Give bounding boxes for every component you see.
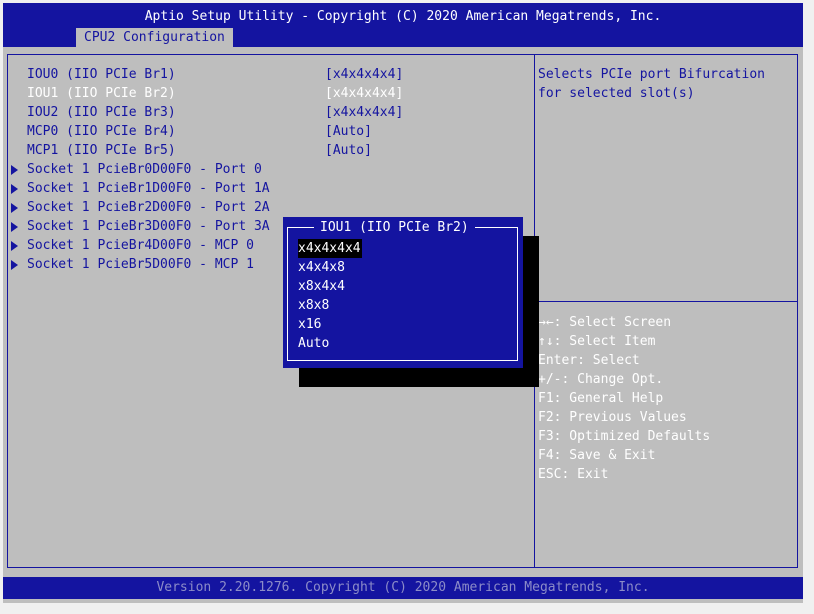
key-optimized-defaults: F3: Optimized Defaults [538, 429, 711, 444]
submenu-arrow-icon [11, 222, 18, 232]
option-popup: IOU1 (IIO PCIe Br2) x4x4x4x4 x4x4x8 x8x4… [283, 217, 523, 368]
setting-iou2-label[interactable]: IOU2 (IIO PCIe Br3) [27, 103, 176, 122]
setting-mcp1-label[interactable]: MCP1 (IIO PCIe Br5) [27, 141, 176, 160]
submenu-arrow-icon [11, 241, 18, 251]
setting-iou1-value[interactable]: [x4x4x4x4] [325, 84, 403, 103]
bios-screen: Aptio Setup Utility - Copyright (C) 2020… [3, 3, 803, 603]
help-text: Selects PCIe port Bifurcation for select… [538, 67, 773, 101]
submenu-item-label: Socket 1 PcieBr5D00F0 - MCP 1 [27, 257, 254, 272]
popup-option-auto[interactable]: Auto [298, 334, 329, 353]
setting-mcp0-value[interactable]: [Auto] [325, 122, 372, 141]
version-text: Version 2.20.1276. Copyright (C) 2020 Am… [156, 580, 650, 595]
popup-option-x16[interactable]: x16 [298, 315, 321, 334]
app-title: Aptio Setup Utility - Copyright (C) 2020… [144, 9, 662, 24]
submenu-item-label: Socket 1 PcieBr4D00F0 - MCP 0 [27, 238, 254, 253]
key-previous-values: F2: Previous Values [538, 410, 687, 425]
popup-option-x4x4x8[interactable]: x4x4x8 [298, 258, 345, 277]
key-exit: ESC: Exit [538, 467, 609, 482]
submenu-arrow-icon [11, 184, 18, 194]
help-divider [535, 301, 797, 302]
key-select-screen: →←: Select Screen [538, 315, 672, 330]
setting-iou0-label[interactable]: IOU0 (IIO PCIe Br1) [27, 65, 176, 84]
key-change-opt: +/-: Change Opt. [538, 372, 664, 387]
setting-mcp0-label[interactable]: MCP0 (IIO PCIe Br4) [27, 122, 176, 141]
submenu-arrow-icon [11, 203, 18, 213]
key-legend: →←: Select Screen ↑↓: Select Item Enter:… [538, 313, 710, 484]
header-bar: Aptio Setup Utility - Copyright (C) 2020… [3, 3, 803, 47]
key-general-help: F1: General Help [538, 391, 664, 406]
submenu-item-label: Socket 1 PcieBr2D00F0 - Port 2A [27, 200, 270, 215]
popup-option-x4x4x4x4[interactable]: x4x4x4x4 [298, 239, 362, 258]
footer-bar: Version 2.20.1276. Copyright (C) 2020 Am… [3, 577, 803, 599]
setting-iou0-value[interactable]: [x4x4x4x4] [325, 65, 403, 84]
submenu-item-label: Socket 1 PcieBr1D00F0 - Port 1A [27, 181, 270, 196]
setting-mcp1-value[interactable]: [Auto] [325, 141, 372, 160]
key-select-item: ↑↓: Select Item [538, 334, 656, 349]
key-save-exit: F4: Save & Exit [538, 448, 656, 463]
tab-cpu2-configuration[interactable]: CPU2 Configuration [76, 28, 233, 47]
key-enter: Enter: Select [538, 353, 640, 368]
setting-iou2-value[interactable]: [x4x4x4x4] [325, 103, 403, 122]
submenu-item-label: Socket 1 PcieBr0D00F0 - Port 0 [27, 162, 262, 177]
setting-iou1-label[interactable]: IOU1 (IIO PCIe Br2) [27, 84, 176, 103]
popup-option-x8x4x4[interactable]: x8x4x4 [298, 277, 345, 296]
submenu-arrow-icon [11, 165, 18, 175]
submenu-arrow-icon [11, 260, 18, 270]
submenu-item-label: Socket 1 PcieBr3D00F0 - Port 3A [27, 219, 270, 234]
popup-title: IOU1 (IIO PCIe Br2) [314, 220, 475, 235]
popup-option-x8x8[interactable]: x8x8 [298, 296, 329, 315]
